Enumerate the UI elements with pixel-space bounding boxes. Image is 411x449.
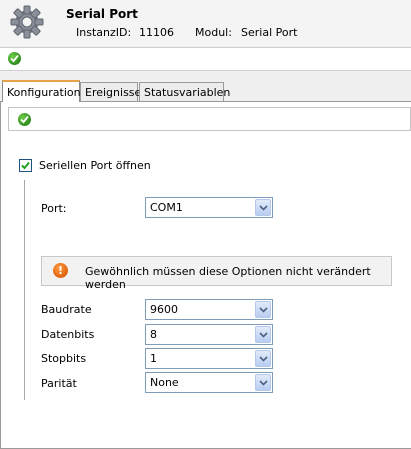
baudrate-select[interactable]: 9600 — [145, 299, 273, 320]
tab-statusvariablen[interactable]: Statusvariablen — [139, 82, 230, 101]
port-select[interactable]: COM1 — [145, 197, 273, 218]
notice-text: Gewöhnlich müssen diese Optionen nicht v… — [85, 265, 371, 291]
module-label: Modul: — [195, 26, 232, 39]
instance-id-value: 11106 — [139, 26, 174, 39]
instance-id-label: InstanzID: — [76, 26, 132, 39]
chevron-down-icon[interactable] — [255, 301, 271, 318]
stopbits-value: 1 — [150, 352, 157, 365]
parity-select[interactable]: None — [145, 372, 273, 393]
ok-check-icon — [8, 52, 21, 65]
parity-label: Parität — [41, 377, 77, 390]
baudrate-value: 9600 — [150, 303, 178, 316]
databits-select[interactable]: 8 — [145, 324, 273, 345]
stopbits-label: Stopbits — [41, 352, 87, 365]
databits-value: 8 — [150, 328, 157, 341]
group-divider — [24, 180, 25, 400]
warning-icon: ! — [53, 263, 68, 278]
header — [0, 0, 411, 46]
tab-ereignisse[interactable]: Ereignisse — [80, 82, 141, 101]
open-port-label: Seriellen Port öffnen — [39, 159, 151, 172]
databits-label: Datenbits — [41, 328, 95, 341]
gear-icon — [10, 5, 44, 39]
status-bar — [0, 47, 411, 71]
page-title: Serial Port — [66, 7, 138, 21]
open-port-checkbox[interactable] — [19, 159, 32, 172]
tab-konfiguration[interactable]: Konfiguration — [2, 80, 81, 102]
baudrate-label: Baudrate — [41, 303, 92, 316]
stopbits-select[interactable]: 1 — [145, 348, 273, 369]
port-label: Port: — [41, 202, 67, 215]
chevron-down-icon[interactable] — [255, 199, 271, 216]
ok-check-icon — [18, 113, 31, 126]
parity-value: None — [150, 376, 179, 389]
port-value: COM1 — [150, 201, 183, 214]
chevron-down-icon[interactable] — [255, 350, 271, 367]
checkmark-icon — [21, 161, 30, 170]
chevron-down-icon[interactable] — [255, 326, 271, 343]
panel-status-bar — [8, 107, 411, 131]
chevron-down-icon[interactable] — [255, 374, 271, 391]
module-value: Serial Port — [241, 26, 298, 39]
